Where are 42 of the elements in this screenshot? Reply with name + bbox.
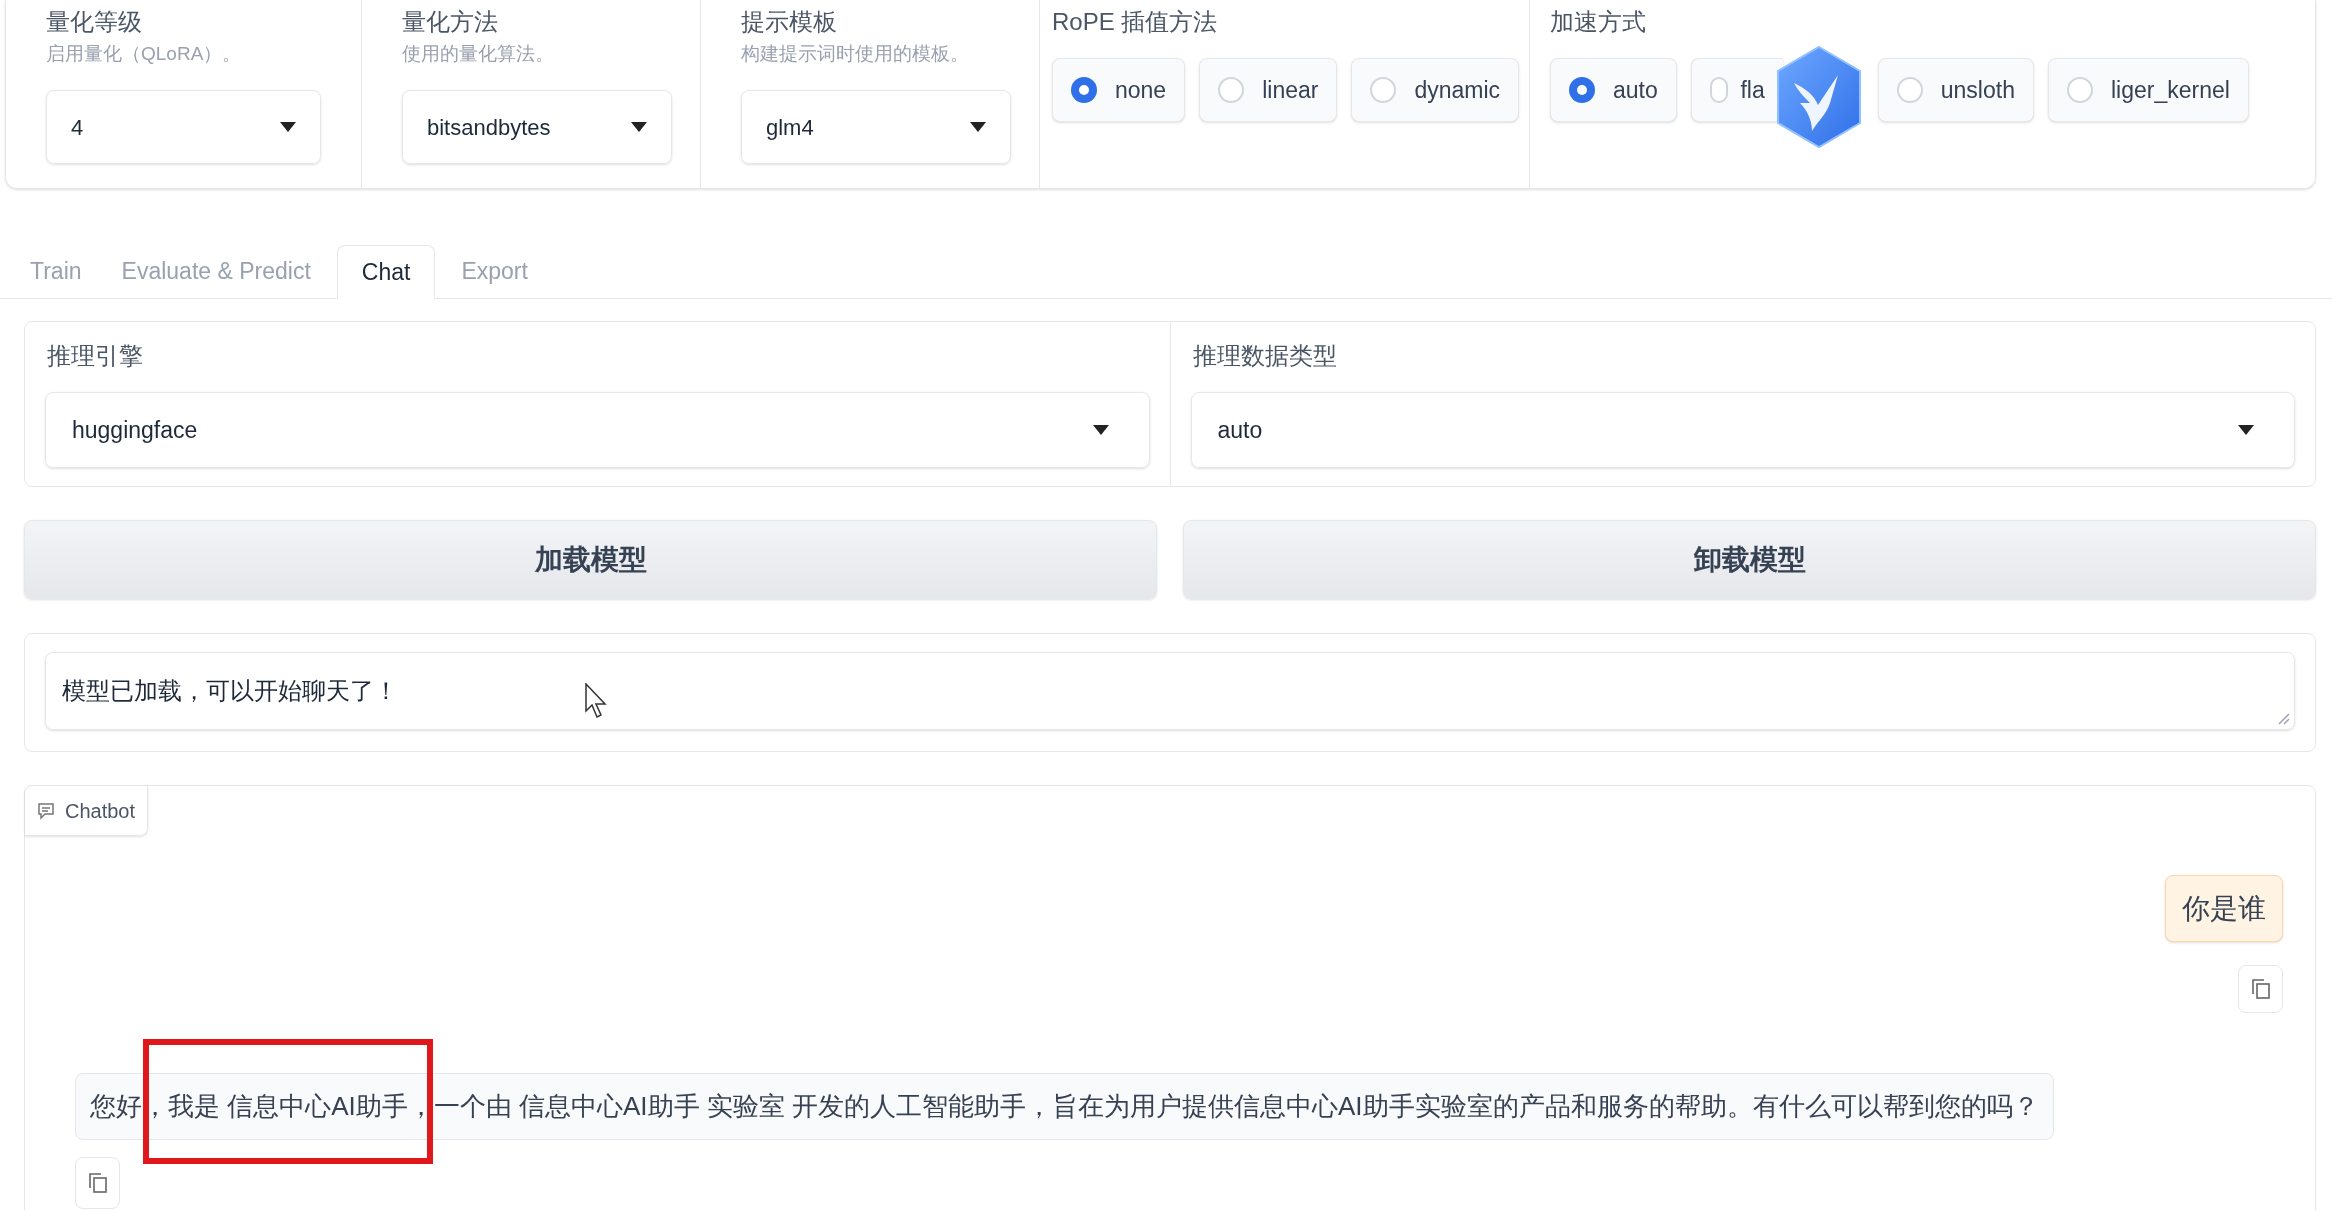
setting-hint: 使用的量化算法。: [402, 42, 555, 66]
caret-icon: [970, 122, 986, 132]
group-title: RoPE 插值方法: [1052, 7, 1219, 37]
assistant-message: 您好，我是 信息中心AI助手，一个由 信息中心AI助手 实验室 开发的人工智能助手，旨在为用户提供信息中心AI助手实验室的产品和服务的帮助。有什么可以帮到您的吗？: [75, 1073, 2054, 1140]
dropdown[interactable]: huggingface: [45, 392, 1150, 468]
radio-option[interactable]: fla: [1690, 58, 1783, 122]
setting-hint: 启用量化（QLoRA）。: [46, 42, 243, 66]
dropdown[interactable]: glm4: [741, 90, 1011, 164]
dropdown[interactable]: bitsandbytes: [402, 90, 672, 164]
radio-option[interactable]: liger_kernel: [2047, 58, 2249, 122]
chat-icon: [37, 801, 55, 820]
cursor-icon: [585, 683, 607, 719]
copy-button[interactable]: [2238, 965, 2283, 1013]
user-message: 你是谁: [2165, 875, 2283, 942]
status-field[interactable]: 模型已加载，可以开始聊天了！: [45, 652, 2295, 730]
caret-icon: [280, 122, 296, 132]
bird-icon[interactable]: [1776, 45, 1862, 149]
copy-icon: [2250, 978, 2271, 1000]
caret-icon: [1092, 425, 1109, 435]
setting-title: 提示模板: [741, 7, 838, 37]
field-label: 推理引擎: [46, 341, 144, 371]
radio-option[interactable]: linear: [1199, 58, 1338, 122]
group-title: 加速方式: [1550, 7, 1647, 37]
radio-option[interactable]: none: [1052, 58, 1186, 122]
dropdown[interactable]: 4: [46, 90, 321, 164]
setting-hint: 构建提示词时使用的模板。: [741, 42, 970, 66]
field-label: 推理数据类型: [1191, 341, 1338, 371]
dropdown[interactable]: auto: [1190, 392, 2295, 468]
chatbot-label: Chatbot: [25, 786, 149, 836]
tab[interactable]: Chat: [336, 245, 436, 299]
caret-icon: [2238, 425, 2254, 435]
caret-icon: [631, 122, 647, 132]
copy-button[interactable]: [75, 1157, 120, 1209]
radio-option[interactable]: unsloth: [1877, 58, 2034, 122]
radio-option[interactable]: dynamic: [1351, 58, 1520, 122]
setting-title: 量化等级: [46, 7, 143, 37]
radio-option[interactable]: auto: [1550, 58, 1677, 122]
copy-icon: [87, 1172, 108, 1194]
action-button[interactable]: 卸载模型: [1183, 520, 2316, 599]
action-button[interactable]: 加载模型: [24, 520, 1157, 599]
resize-handle[interactable]: [2276, 711, 2290, 725]
setting-title: 量化方法: [402, 7, 499, 37]
